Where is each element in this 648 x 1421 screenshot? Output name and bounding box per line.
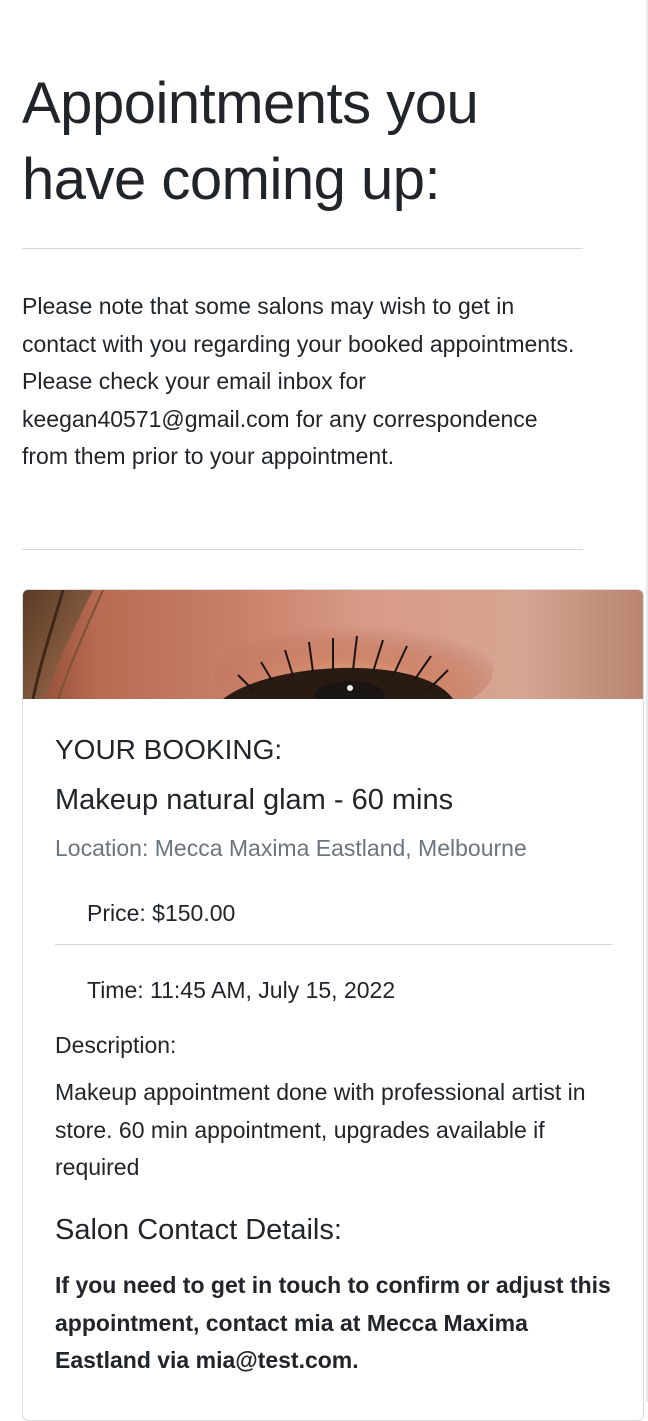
top-divider (22, 248, 583, 249)
service-name: Makeup natural glam - 60 mins (55, 784, 454, 816)
booking-card: YOUR BOOKING: Makeup natural glam - 60 m… (22, 589, 644, 1421)
appointments-page: Appointments you have coming up: Please … (0, 0, 648, 1421)
contact-heading: Salon Contact Details: (55, 1214, 342, 1246)
booking-heading: YOUR BOOKING: (55, 734, 283, 765)
description-text: Makeup appointment done with professiona… (55, 1079, 586, 1181)
description-label: Description: (55, 1032, 177, 1058)
booking-time: Time: 11:45 AM, July 15, 2022 (87, 977, 396, 1003)
eye-makeup-photo (23, 590, 643, 699)
page-title: Appointments you have coming up: (22, 71, 479, 212)
bottom-divider (22, 549, 583, 550)
email-notice: Please note that some salons may wish to… (22, 293, 575, 470)
details-divider (55, 944, 613, 945)
contact-details: If you need to get in touch to confirm o… (55, 1272, 611, 1374)
booking-price: Price: $150.00 (87, 900, 236, 926)
salon-location: Location: Mecca Maxima Eastland, Melbour… (55, 835, 527, 861)
